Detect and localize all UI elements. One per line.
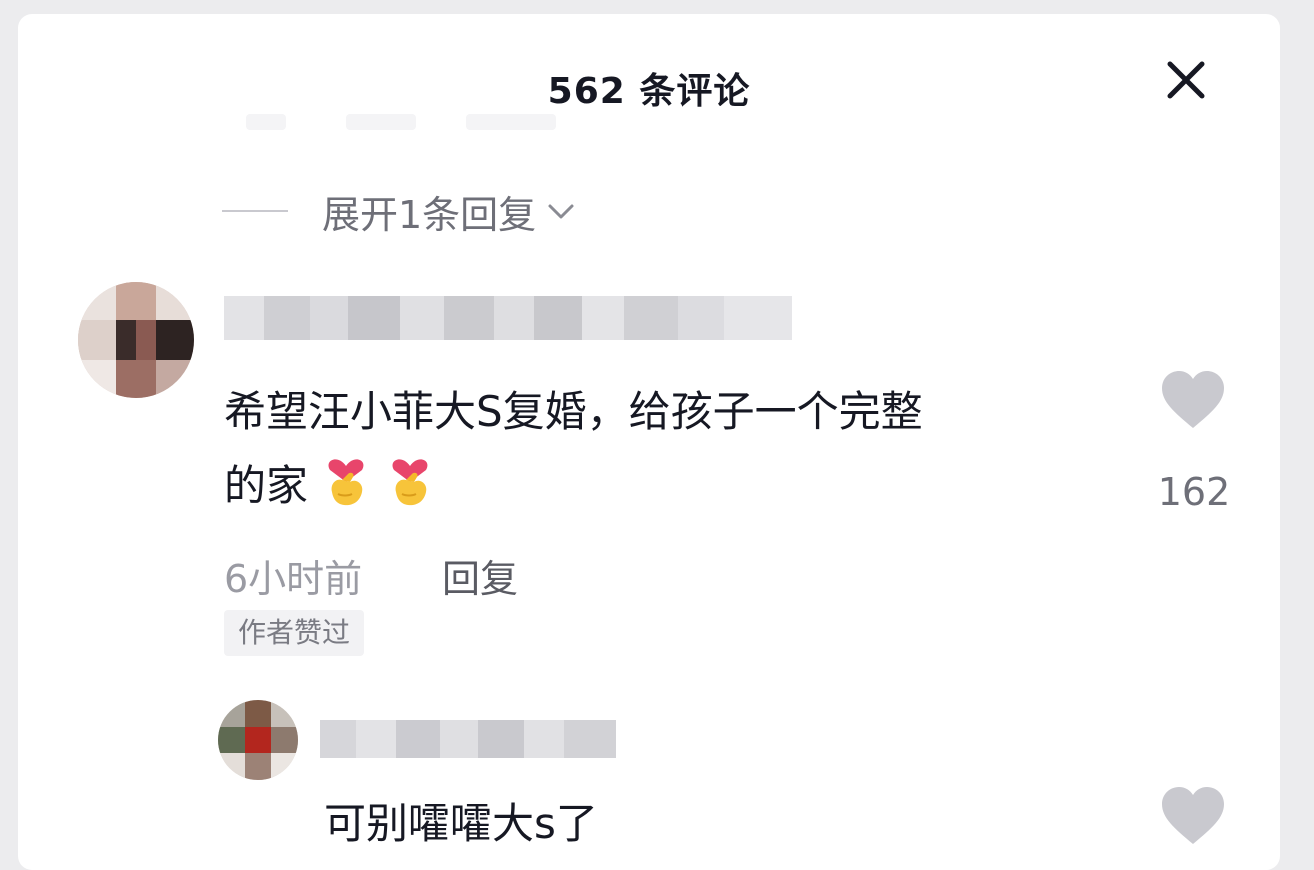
comment-text-line-2: 的家 (224, 461, 309, 510)
faded-previous-content (346, 114, 416, 130)
avatar-image (218, 700, 298, 780)
faded-previous-content (246, 114, 286, 130)
reply-avatar[interactable] (218, 700, 298, 780)
chevron-down-icon (548, 204, 574, 219)
expand-replies-label: 展开1条回复 (322, 192, 537, 237)
comment-body: 希望汪小菲大S复婚，给孩子一个完整 的家 (224, 376, 1124, 522)
reply-button[interactable]: 回复 (442, 548, 518, 603)
close-button[interactable] (1158, 52, 1214, 108)
expand-replies-button[interactable]: 展开1条回复 (222, 186, 578, 237)
panel-title: 562 条评论 (547, 71, 751, 112)
reply-like-button[interactable] (1160, 786, 1226, 846)
finger-heart-emoji (392, 459, 428, 506)
finger-heart-emoji (328, 459, 364, 506)
like-button[interactable] (1160, 370, 1226, 430)
close-icon (1167, 61, 1205, 99)
avatar-image (78, 282, 194, 398)
comment-text-line-1: 希望汪小菲大S复婚，给孩子一个完整 (224, 387, 923, 436)
heart-icon (1162, 371, 1224, 428)
comment-avatar[interactable] (78, 282, 194, 398)
like-count: 162 (1157, 470, 1231, 514)
thread-divider (222, 210, 288, 212)
author-liked-badge: 作者赞过 (224, 610, 365, 656)
faded-previous-content (466, 114, 556, 130)
comments-panel: 562 条评论 展开1条回复 希望汪小菲大S复婚，给孩子一个完整 的家 6小时前… (18, 14, 1280, 870)
heart-icon (1162, 787, 1224, 844)
reply-body: 可别嚯嚯大s了 (324, 799, 598, 848)
comment-timestamp: 6小时前 (224, 557, 363, 601)
comment-username[interactable] (224, 296, 792, 340)
reply-username[interactable] (320, 720, 616, 758)
